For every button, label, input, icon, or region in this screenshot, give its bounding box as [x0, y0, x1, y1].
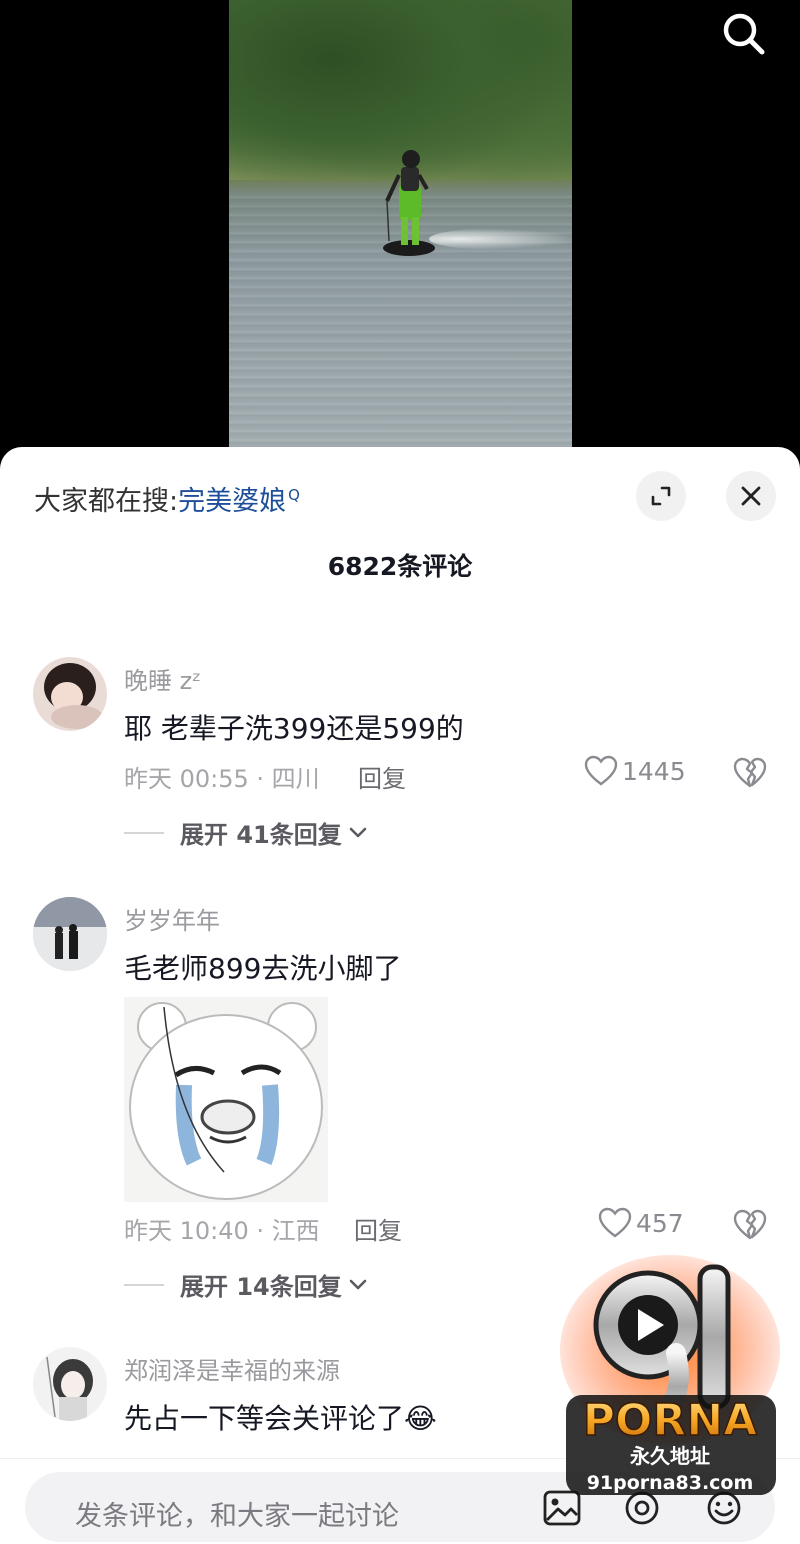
comment-text: 耶 老辈子洗399还是599的	[124, 712, 464, 745]
comment-text: 先占一下等会关评论了😂	[124, 1402, 437, 1435]
video-frame[interactable]	[229, 0, 572, 460]
video-wake	[429, 228, 572, 250]
broken-heart-icon	[733, 1209, 767, 1240]
broken-heart-icon	[733, 757, 767, 788]
expand-replies-label: 展开 14条回复	[180, 1273, 342, 1301]
comment-input-placeholder: 发条评论，和大家一起讨论	[75, 1501, 399, 1532]
logo-tagline: 永久地址	[629, 1444, 710, 1468]
porna-logo-watermark: PORNA 永久地址 91porna83.com 91	[558, 1255, 780, 1495]
logo-wordmark: PORNA	[583, 1395, 757, 1446]
avatar[interactable]	[33, 1347, 107, 1421]
expand-replies-button[interactable]: 展开 41条回复	[124, 815, 368, 850]
comment-text: 毛老师899去洗小脚了	[124, 952, 402, 985]
reply-button[interactable]: 回复	[354, 1211, 402, 1246]
logo-number: 91	[558, 1255, 560, 1256]
like-button[interactable]: 1445	[584, 755, 686, 787]
like-count: 457	[636, 1208, 684, 1238]
small-search-icon: Q	[288, 486, 300, 504]
comment-username[interactable]: 郑润泽是幸福的来源	[124, 1351, 340, 1386]
expand-replies-button[interactable]: 展开 14条回复	[124, 1267, 368, 1302]
trending-search-bar[interactable]: 大家都在搜:完美婆娘 Q	[34, 479, 300, 518]
expand-sheet-button[interactable]	[636, 471, 686, 521]
comment-time-location: 昨天 00:55 · 四川	[124, 765, 320, 793]
rider-figure	[383, 150, 435, 256]
comment-count: 6822条评论	[327, 552, 473, 581]
crying-bear-sticker[interactable]	[124, 997, 328, 1202]
heart-icon	[598, 1207, 632, 1238]
chevron-down-icon	[349, 827, 367, 837]
trending-prefix: 大家都在搜:	[34, 486, 179, 517]
like-count: 1445	[622, 756, 686, 786]
divider-line	[124, 1283, 164, 1286]
divider-line	[124, 831, 164, 834]
comment-username[interactable]: 晚睡 zᶻ	[124, 661, 201, 696]
expand-icon	[651, 486, 671, 506]
avatar[interactable]	[33, 897, 107, 971]
dislike-button[interactable]	[733, 1209, 767, 1245]
comment-item: 岁岁年年 毛老师899去洗小脚了 昨天 10:40 · 江西 回复 457 展开…	[0, 887, 800, 1307]
like-button[interactable]: 457	[598, 1207, 684, 1239]
search-icon[interactable]	[718, 8, 770, 60]
comment-item: 晚睡 zᶻ 耶 老辈子洗399还是599的 昨天 00:55 · 四川 回复 1…	[0, 647, 800, 867]
comment-username[interactable]: 岁岁年年	[124, 901, 220, 936]
close-icon	[741, 486, 761, 506]
dislike-button[interactable]	[733, 757, 767, 793]
reply-button[interactable]: 回复	[358, 759, 406, 794]
video-player[interactable]	[0, 0, 800, 470]
heart-icon	[584, 755, 618, 786]
expand-replies-label: 展开 41条回复	[180, 821, 342, 849]
close-sheet-button[interactable]	[726, 471, 776, 521]
trending-keyword[interactable]: 完美婆娘	[178, 486, 286, 517]
avatar[interactable]	[33, 657, 107, 731]
comment-time-location: 昨天 10:40 · 江西	[124, 1217, 320, 1245]
logo-url: 91porna83.com	[587, 1472, 754, 1494]
chevron-down-icon	[349, 1279, 367, 1289]
